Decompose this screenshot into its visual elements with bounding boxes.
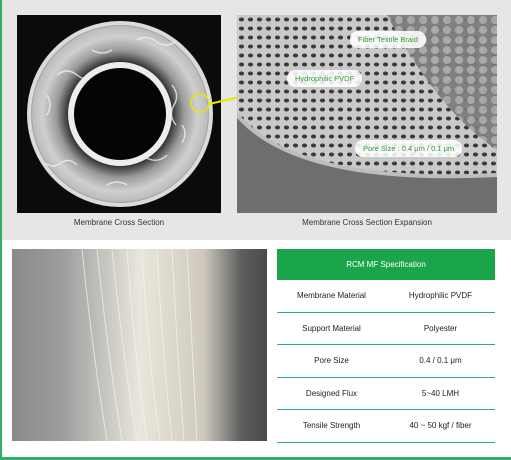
spec-row-value: 5~40 LMH (421, 388, 460, 398)
spec-row: Tensile Strength 40 ~ 50 kgf / fiber (277, 410, 495, 443)
spec-row-name: Support Material (302, 323, 361, 333)
spec-row-value: 0.4 / 0.1 μm (419, 356, 462, 366)
spec-row-name: Designed Flux (305, 388, 358, 398)
spec-row-name: Membrane Material (297, 291, 366, 301)
fiber-textile-braid-label: Fiber Textile Braid (350, 31, 426, 48)
spec-row-value: Hydrophilic PVDF (408, 291, 473, 301)
spec-row-name: Pore Size (314, 356, 349, 366)
fiber-bundle-photo (12, 249, 267, 441)
spec-row: Designed Flux 5~40 LMH (277, 378, 495, 410)
expansion-caption: Membrane Cross Section Expansion (302, 218, 432, 227)
left-accent-line (0, 240, 2, 460)
top-image-panel: Membrane Cross Section Fiber Textile Bra… (0, 0, 511, 240)
pore-size-label: Pore Size : 0.4 μm / 0.1 μm (355, 140, 463, 157)
spec-title: RCM MF Specification (277, 249, 495, 280)
cross-section-caption: Membrane Cross Section (73, 218, 165, 227)
spec-row: Pore Size 0.4 / 0.1 μm (277, 345, 495, 378)
specification-table: RCM MF Specification Membrane Material H… (277, 249, 495, 443)
spec-row-name: Tensile Strength (302, 421, 361, 431)
spec-row-value: 40 ~ 50 kgf / fiber (409, 421, 472, 431)
spec-row: Support Material Polyester (277, 313, 495, 345)
hydrophilic-pvdf-label: Hydrophilic PVDF (287, 70, 363, 87)
membrane-cross-section-image (17, 15, 221, 213)
spec-row-value: Polyester (423, 323, 458, 333)
spec-row: Membrane Material Hydrophilic PVDF (277, 280, 495, 313)
